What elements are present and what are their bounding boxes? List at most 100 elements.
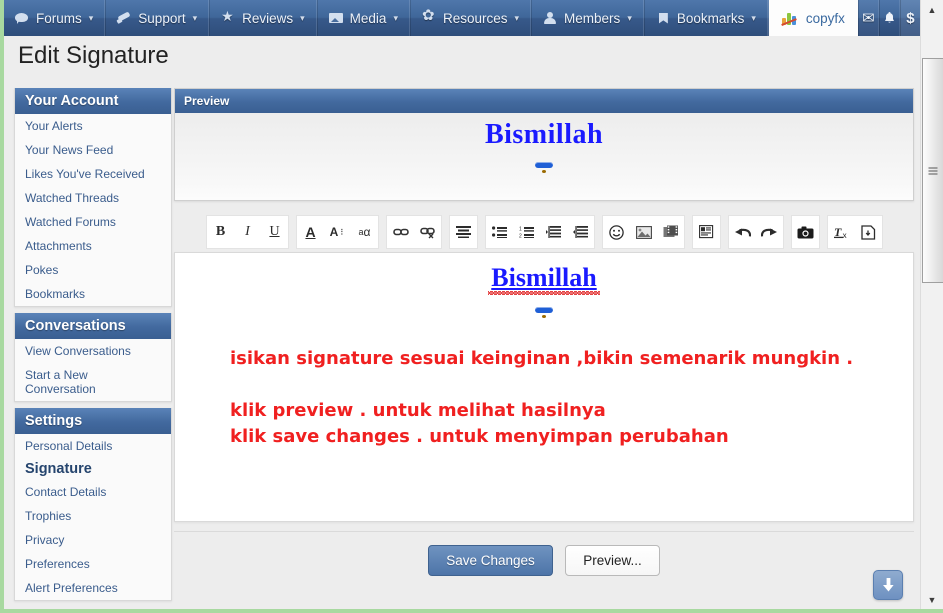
nav-item-reviews[interactable]: Reviews ▾: [209, 0, 317, 36]
scroll-to-bottom-button[interactable]: [873, 570, 903, 600]
sidebar-item-likes-received[interactable]: Likes You've Received: [15, 162, 171, 186]
tab-copyfx-label: copyfx: [805, 10, 845, 26]
editor-line-2: klik preview . untuk melihat hasilnya: [230, 400, 606, 421]
sidebar-item-your-news-feed[interactable]: Your News Feed: [15, 138, 171, 162]
sidebar-item-pokes[interactable]: Pokes: [15, 258, 171, 282]
toolbar-group-format-tools: Tx: [827, 215, 883, 249]
preview-signature-text: Bismillah: [484, 119, 604, 150]
sidebar-item-watched-threads[interactable]: Watched Threads: [15, 186, 171, 210]
sidebar-block-your-account: Your Account Your Alerts Your News Feed …: [14, 88, 172, 307]
sidebar-item-bookmarks[interactable]: Bookmarks: [15, 282, 171, 306]
nav-label-support: Support: [138, 10, 186, 26]
svg-text:1: 1: [519, 227, 522, 233]
nav-label-media: Media: [349, 10, 387, 26]
chevron-down-icon: ▾: [751, 12, 756, 23]
italic-button[interactable]: I: [234, 217, 261, 247]
sidebar-item-watched-forums[interactable]: Watched Forums: [15, 210, 171, 234]
bookmark-icon: [656, 12, 671, 25]
svg-text:x: x: [842, 231, 846, 239]
align-button[interactable]: [450, 217, 477, 247]
toolbar-group-history: [728, 215, 784, 249]
arrow-down-icon: [882, 578, 894, 592]
toggle-bbcode-source-button[interactable]: [855, 217, 882, 247]
sidebar-item-view-conversations[interactable]: View Conversations: [15, 339, 171, 363]
outdent-button[interactable]: [540, 217, 567, 247]
spellcheck-squiggle: [488, 291, 600, 295]
ordered-list-button[interactable]: 12: [513, 217, 540, 247]
nav-label-bookmarks: Bookmarks: [676, 10, 745, 26]
support-icon: [117, 12, 132, 25]
nav-item-bookmarks[interactable]: Bookmarks ▾: [643, 0, 768, 36]
sidebar-item-your-alerts[interactable]: Your Alerts: [15, 114, 171, 138]
nav-item-support[interactable]: Support ▾: [105, 0, 210, 36]
indent-button[interactable]: [567, 217, 594, 247]
bold-button[interactable]: B: [207, 217, 234, 247]
page-title: Edit Signature: [18, 42, 169, 69]
sidebar-item-personal-details[interactable]: Personal Details: [15, 434, 171, 458]
sidebar-item-preferences[interactable]: Preferences: [15, 552, 171, 576]
underline-button[interactable]: U: [261, 217, 288, 247]
tab-copyfx[interactable]: copyfx: [768, 0, 858, 36]
sidebar-item-signature[interactable]: Signature: [15, 458, 171, 480]
preview-panel-heading: Preview: [175, 89, 913, 113]
preview-button[interactable]: Preview...: [565, 545, 660, 576]
editor-line-3: klik save changes . untuk menyimpan peru…: [230, 426, 729, 447]
nav-item-forums[interactable]: Forums ▾: [4, 0, 106, 36]
svg-text:2: 2: [519, 234, 522, 239]
remove-formatting-button[interactable]: Tx: [828, 217, 855, 247]
font-family-button[interactable]: aα: [351, 217, 378, 247]
inbox-icon[interactable]: ✉: [857, 0, 879, 36]
editor-heading-line: Bismillah: [175, 263, 913, 295]
window-scrollbar[interactable]: ▲ ▼: [920, 0, 943, 609]
sidebar-item-attachments[interactable]: Attachments: [15, 234, 171, 258]
sidebar-item-alert-preferences[interactable]: Alert Preferences: [15, 576, 171, 600]
cool-sunglasses-face-icon: [534, 302, 554, 322]
scrollbar-up-arrow[interactable]: ▲: [921, 0, 943, 19]
editor-line-1: isikan signature sesuai keinginan ,bikin…: [230, 348, 854, 369]
cool-sunglasses-face-icon: [534, 157, 554, 177]
scrollbar-down-arrow[interactable]: ▼: [921, 590, 943, 609]
gear-icon: [422, 7, 437, 25]
currency-icon[interactable]: $: [899, 0, 921, 36]
unlink-button[interactable]: [414, 217, 441, 247]
sidebar-item-contact-details[interactable]: Contact Details: [15, 480, 171, 504]
nav-item-media[interactable]: Media ▾: [316, 0, 410, 36]
insert-link-button[interactable]: [387, 217, 414, 247]
scrollbar-thumb[interactable]: [922, 58, 943, 283]
toolbar-group-insert: [602, 215, 685, 249]
chevron-down-icon: ▾: [88, 12, 94, 23]
unordered-list-button[interactable]: [486, 217, 513, 247]
sidebar-item-privacy[interactable]: Privacy: [15, 528, 171, 552]
bar-chart-icon: [781, 10, 799, 26]
toolbar-group-font: A A ⋮ aα: [296, 215, 379, 249]
scrollbar-grip: [928, 167, 938, 174]
nav-label-resources: Resources: [442, 10, 508, 26]
redo-button[interactable]: [756, 217, 783, 247]
undo-button[interactable]: [729, 217, 756, 247]
dollar-glyph: $: [906, 9, 915, 27]
image-button[interactable]: [630, 217, 657, 247]
insert-quote-button[interactable]: [693, 217, 720, 247]
signature-text-editor[interactable]: Bismillah isikan signature sesuai keingi…: [174, 252, 914, 522]
nav-item-members[interactable]: Members ▾: [531, 0, 644, 36]
alerts-bell-icon[interactable]: [878, 0, 900, 36]
editor-toolbar: B I U A A ⋮ aα 1 2 T x: [206, 215, 914, 249]
forums-icon: [15, 12, 30, 25]
editor-blank-line-2: [175, 372, 913, 398]
sidebar-heading-your-account: Your Account: [15, 88, 171, 114]
chevron-down-icon: ▾: [514, 12, 520, 23]
camera-button[interactable]: [792, 217, 819, 247]
nav-item-resources[interactable]: Resources ▾: [409, 0, 532, 36]
toolbar-group-align: [449, 215, 478, 249]
sidebar-block-settings: Settings Personal Details Signature Cont…: [14, 408, 172, 601]
chevron-down-icon: ▾: [192, 12, 198, 23]
text-color-button[interactable]: A: [297, 217, 324, 247]
emoji-button[interactable]: [603, 217, 630, 247]
signature-preview-panel: Preview Bismillah: [174, 88, 914, 201]
media-film-button[interactable]: [657, 217, 684, 247]
sidebar-item-trophies[interactable]: Trophies: [15, 504, 171, 528]
nav-label-forums: Forums: [36, 10, 82, 26]
save-changes-button[interactable]: Save Changes: [428, 545, 553, 576]
sidebar-item-start-new-conversation[interactable]: Start a New Conversation: [15, 363, 121, 401]
font-size-button[interactable]: A ⋮: [324, 217, 351, 247]
